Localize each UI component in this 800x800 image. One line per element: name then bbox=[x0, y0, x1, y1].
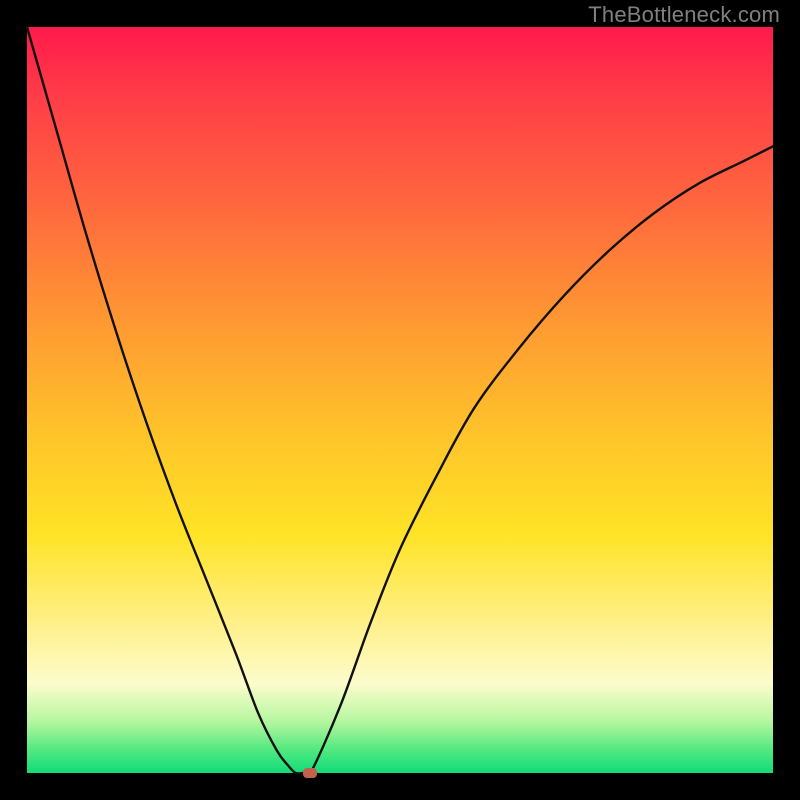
watermark-text: TheBottleneck.com bbox=[588, 2, 780, 28]
bottleneck-curve bbox=[27, 27, 773, 778]
curve-svg bbox=[27, 27, 773, 773]
plot-area bbox=[27, 27, 773, 773]
chart-frame: TheBottleneck.com bbox=[0, 0, 800, 800]
minimum-marker bbox=[303, 768, 317, 778]
